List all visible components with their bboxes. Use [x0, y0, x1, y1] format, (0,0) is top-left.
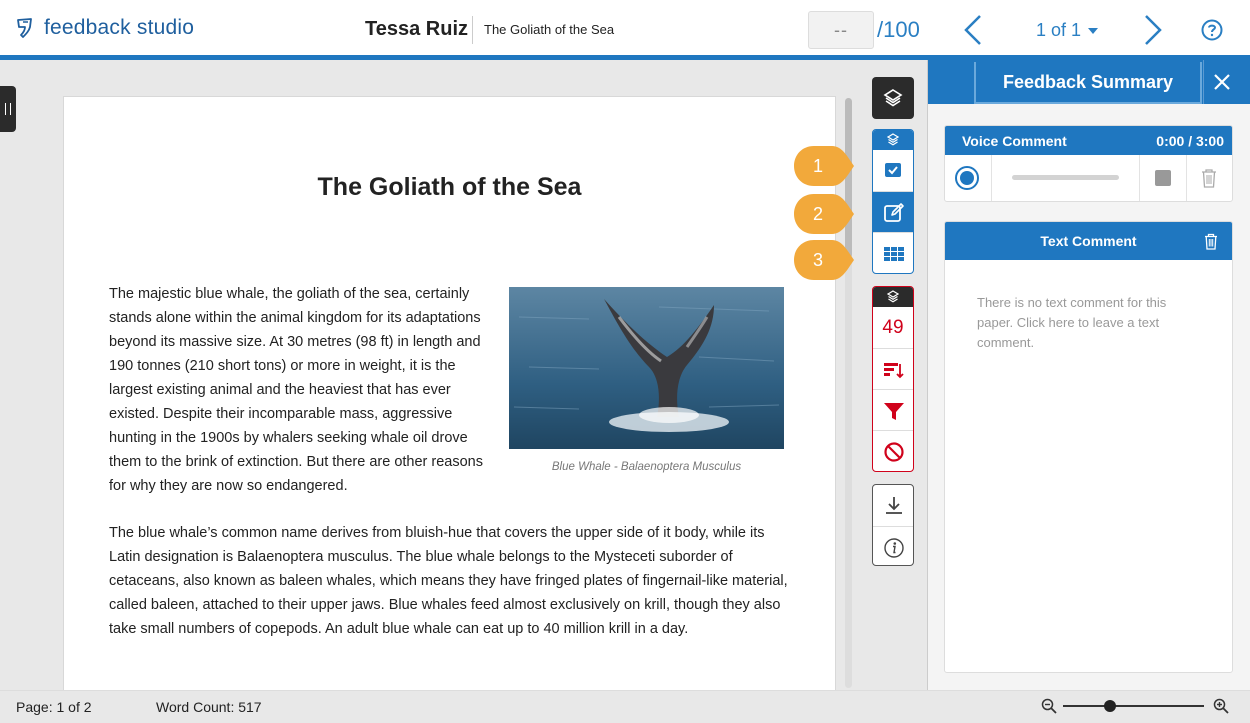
grade-total: /100: [877, 17, 920, 42]
voice-comment-time: 0:00 / 3:00: [1156, 133, 1224, 149]
callout-marker: 2: [792, 192, 854, 236]
header-divider: [472, 16, 473, 44]
callout-marker: 3: [792, 238, 854, 282]
text-comment-card[interactable]: Text Comment There is no text comment fo…: [944, 221, 1233, 673]
callout-number: 1: [812, 156, 823, 176]
zoom-slider-handle[interactable]: [1103, 700, 1116, 712]
similarity-score: 49: [882, 317, 904, 338]
layers-icon: [887, 133, 899, 146]
help-icon[interactable]: [1201, 19, 1223, 41]
info-icon: [884, 538, 904, 558]
trash-icon[interactable]: [1201, 168, 1217, 188]
feedback-summary-panel: Feedback Summary Voice Comment 0:00 / 3:…: [927, 60, 1250, 690]
zoom-slider[interactable]: [1063, 705, 1204, 707]
paper-pagination[interactable]: 1 of 1: [1036, 20, 1081, 41]
trash-icon[interactable]: [1204, 233, 1218, 250]
edit-icon: [884, 203, 904, 222]
quickmarks-button[interactable]: [873, 150, 913, 191]
callout-number: 3: [812, 250, 823, 270]
filter-icon: [884, 403, 904, 420]
layers-button[interactable]: [872, 77, 914, 119]
text-comment-header: Text Comment: [945, 222, 1232, 260]
word-count: Word Count: 517: [156, 699, 262, 715]
divider: [1139, 155, 1140, 201]
excluded-sources-button[interactable]: [873, 430, 913, 471]
status-bar: Page: 1 of 2 Word Count: 517: [0, 690, 1250, 723]
match-overview-button[interactable]: [873, 348, 913, 389]
top-bar: feedback studio Tessa Ruiz The Goliath o…: [0, 0, 1250, 60]
audio-progress-bar[interactable]: [1012, 175, 1119, 180]
similarity-layer-group: 49: [872, 286, 914, 472]
callout-number: 2: [812, 204, 823, 224]
utility-group: [872, 484, 914, 566]
document-title: The Goliath of the Sea: [317, 173, 582, 201]
logo[interactable]: feedback studio: [14, 16, 194, 40]
sort-list-icon: [884, 363, 904, 379]
divider: [991, 155, 992, 201]
text-comment-label: Text Comment: [1040, 233, 1137, 249]
text-comment-placeholder[interactable]: There is no text comment for this paper.…: [977, 293, 1197, 353]
previous-paper-chevron-left-icon[interactable]: [960, 14, 988, 46]
paper-title: The Goliath of the Sea: [484, 22, 615, 37]
record-button[interactable]: [955, 166, 979, 190]
voice-comment-header: Voice Comment 0:00 / 3:00: [945, 126, 1232, 155]
panel-title: Feedback Summary: [974, 62, 1202, 104]
checkbox-icon: [885, 163, 901, 177]
paragraph: The majestic blue whale, the goliath of …: [109, 286, 483, 494]
side-drawer-handle[interactable]: [0, 86, 16, 132]
voice-comment-controls: [945, 155, 1232, 201]
paragraph: The blue whale’s common name derives fro…: [109, 525, 788, 637]
paper-document: The Goliath of the Sea The majestic blue…: [63, 96, 836, 696]
download-icon: [886, 497, 902, 514]
whale-tail-image: [509, 287, 784, 449]
download-button[interactable]: [873, 485, 913, 526]
chevron-down-icon[interactable]: [1088, 28, 1098, 34]
layers-icon: [883, 89, 903, 107]
stop-button[interactable]: [1155, 170, 1171, 186]
next-paper-chevron-right-icon[interactable]: [1138, 14, 1166, 46]
page-indicator: Page: 1 of 2: [16, 699, 92, 715]
zoom-out-icon[interactable]: [1041, 698, 1057, 714]
student-name: Tessa Ruiz: [365, 18, 468, 40]
filters-button[interactable]: [873, 389, 913, 430]
feedback-summary-button[interactable]: [873, 191, 913, 232]
feedback-studio-logo-icon: [17, 18, 32, 38]
grip-icon: [5, 103, 11, 115]
block-icon: [884, 442, 904, 462]
grid-icon: [884, 247, 904, 261]
voice-comment-label: Voice Comment: [962, 133, 1067, 149]
callout-marker: 1: [792, 144, 854, 188]
image-caption: Blue Whale - Balaenoptera Musculus: [551, 461, 742, 473]
divider: [1186, 155, 1187, 201]
panel-header: Feedback Summary: [928, 60, 1250, 104]
header-divider: [1203, 60, 1204, 104]
logo-text: feedback studio: [44, 16, 195, 39]
grade-input[interactable]: --: [808, 11, 874, 49]
grading-layer-group: [872, 129, 914, 274]
layers-icon: [887, 290, 899, 303]
voice-comment-card: Voice Comment 0:00 / 3:00: [944, 125, 1233, 202]
zoom-in-icon[interactable]: [1213, 698, 1229, 714]
grading-layer-header[interactable]: [873, 130, 913, 150]
rubric-button[interactable]: [873, 232, 913, 273]
submission-info-button[interactable]: [873, 526, 913, 565]
similarity-score-button[interactable]: 49: [873, 307, 913, 348]
similarity-layer-header[interactable]: [873, 287, 913, 307]
close-icon[interactable]: [1212, 72, 1232, 92]
